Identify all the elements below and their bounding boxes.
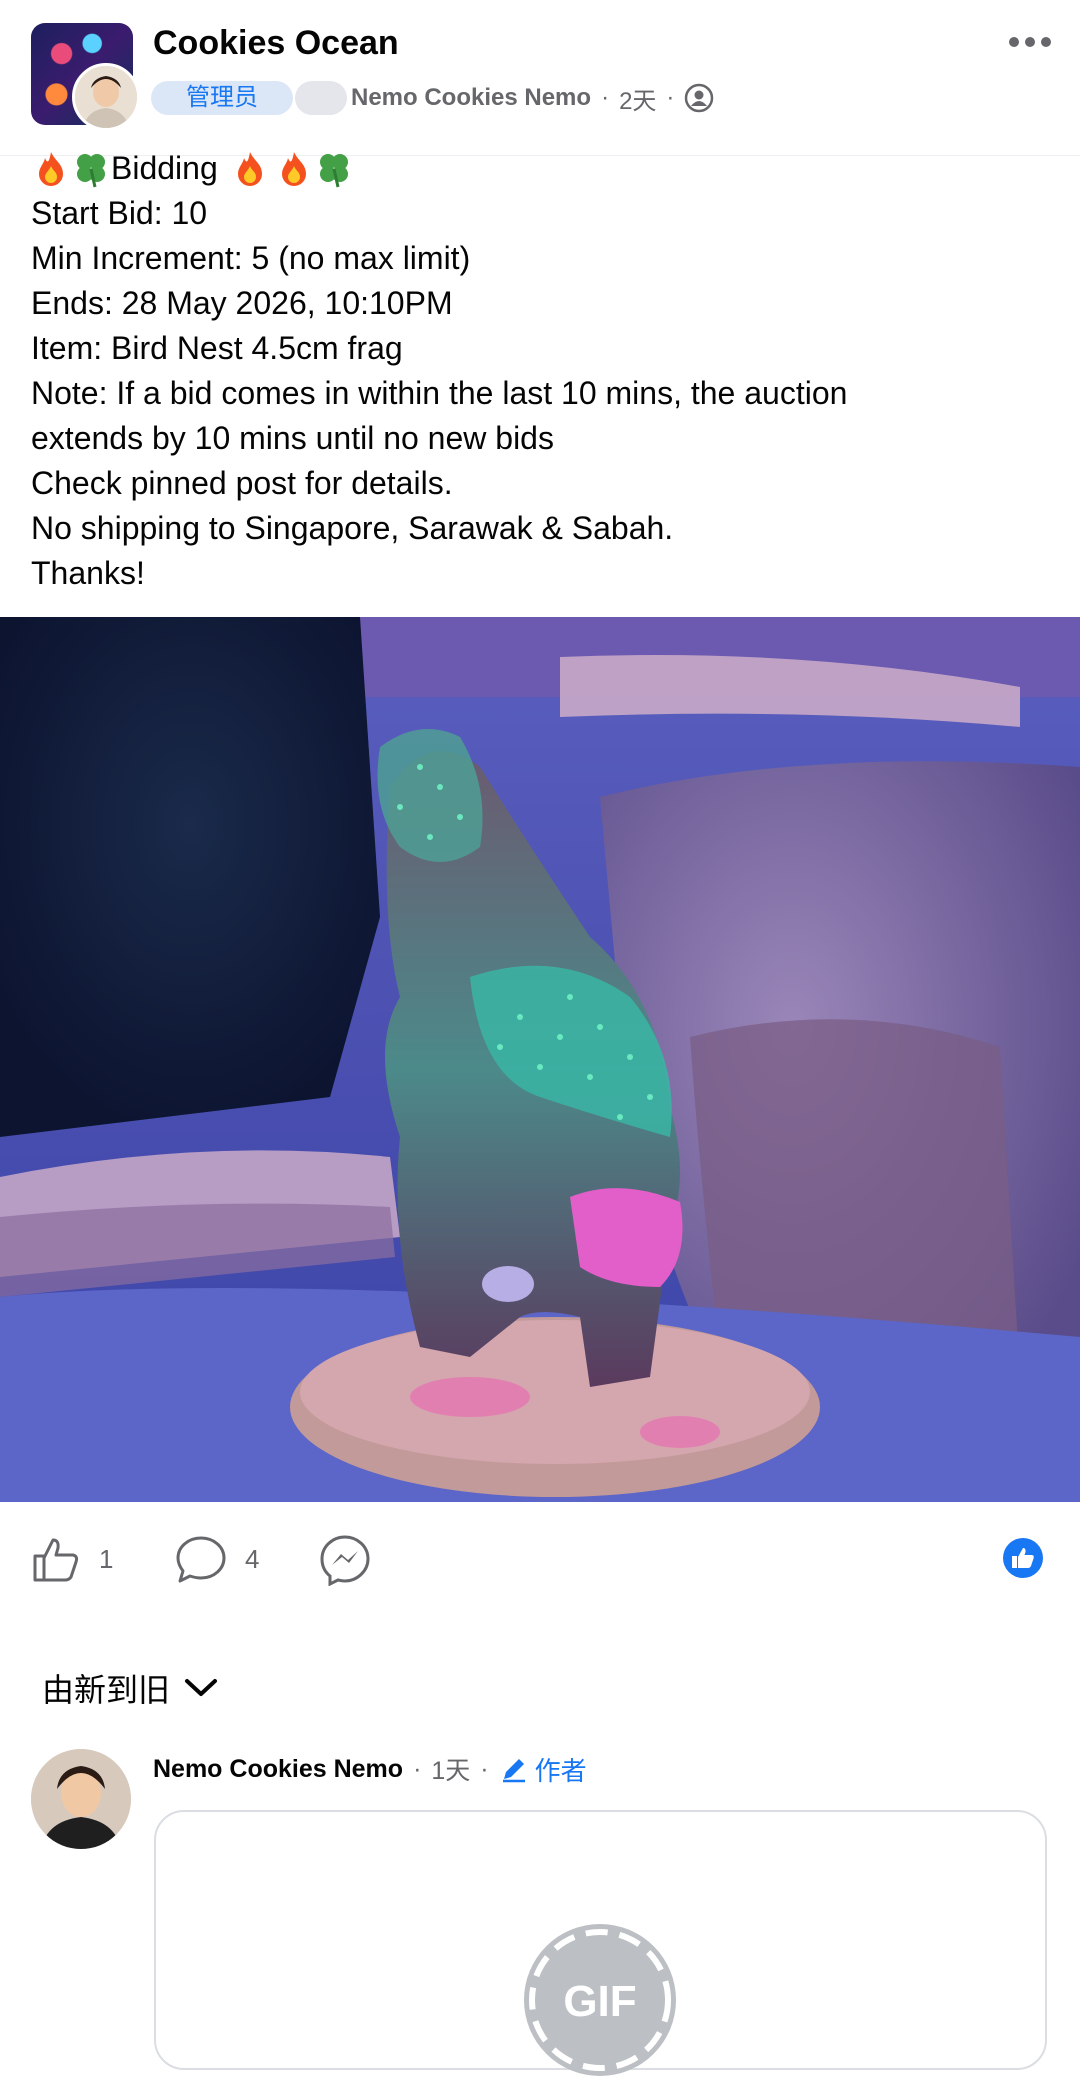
post-title: Bidding [111,150,218,186]
post-photo[interactable] [0,617,1080,1502]
post-author-name[interactable]: Nemo Cookies Nemo [351,84,591,112]
pencil-icon [502,1759,525,1783]
author-badge-label: 作者 [534,1755,587,1786]
gif-icon: GIF [524,1924,676,2076]
post-line: Note: If a bid comes in within the last … [31,375,848,411]
group-privacy-icon [685,83,714,113]
post-line: Thanks! [31,555,145,591]
comment-sort-dropdown[interactable]: 由新到旧 [42,1665,218,1711]
admin-badge: 管理员 [151,81,293,115]
post-actions-bar: 1 4 [0,1510,1080,1610]
author-avatar-small[interactable] [72,63,140,131]
clover-emoji-icon [319,153,348,187]
comment-author-avatar[interactable] [31,1749,131,1849]
post-line: Ends: 28 May 2026, 10:10PM [31,285,453,321]
post-line: Item: Bird Nest 4.5cm frag [31,330,403,366]
comment-icon [176,1536,226,1583]
post-line: Start Bid: 10 [31,195,208,231]
group-name[interactable]: Cookies Ocean [153,24,399,63]
chevron-down-icon [185,1679,218,1696]
fire-emoji-icon [281,151,306,186]
more-options-button[interactable] [1002,26,1058,58]
more-horizontal-icon [1009,37,1019,47]
comment-author-name[interactable]: Nemo Cookies Nemo [153,1755,403,1784]
like-count: 1 [99,1543,114,1574]
messenger-share-icon [320,1535,370,1586]
fire-emoji-icon [39,151,63,186]
fire-emoji-icon [237,151,262,186]
sort-label: 由新到旧 [42,1672,171,1708]
like-reaction-icon [1003,1538,1043,1578]
share-messenger-button[interactable] [319,1534,371,1586]
comment-button[interactable]: 4 [175,1534,259,1584]
like-button[interactable]: 1 [31,1534,113,1584]
post-title-line: Bidding [31,146,1041,191]
separator: · [666,84,675,111]
member-badge [295,81,347,115]
comment-header: Nemo Cookies Nemo · 1天 · 作者 [153,1752,587,1786]
comment-time[interactable]: 1天 [431,1751,470,1787]
like-icon [33,1538,79,1582]
post-header: Cookies Ocean 管理员 Nemo Cookies Nemo · 2天… [0,0,1080,156]
separator: · [413,1754,422,1783]
post-body: Bidding Start Bid: 10 Min Increment: 5 (… [31,146,1041,596]
author-badge: 作者 [499,1751,587,1788]
post-line: Min Increment: 5 (no max limit) [31,240,471,276]
post-line: No shipping to Singapore, Sarawak & Saba… [31,510,674,546]
gif-label: GIF [563,1977,636,2026]
post-line: extends by 10 mins until no new bids [31,420,554,456]
separator: · [480,1754,489,1783]
post-line: Check pinned post for details. [31,465,453,501]
post-meta: 管理员 Nemo Cookies Nemo · 2天 · [151,80,714,116]
post-time[interactable]: 2天 [619,81,656,116]
separator: · [601,84,610,111]
clover-emoji-icon [77,153,105,187]
comment-count: 4 [245,1543,260,1574]
